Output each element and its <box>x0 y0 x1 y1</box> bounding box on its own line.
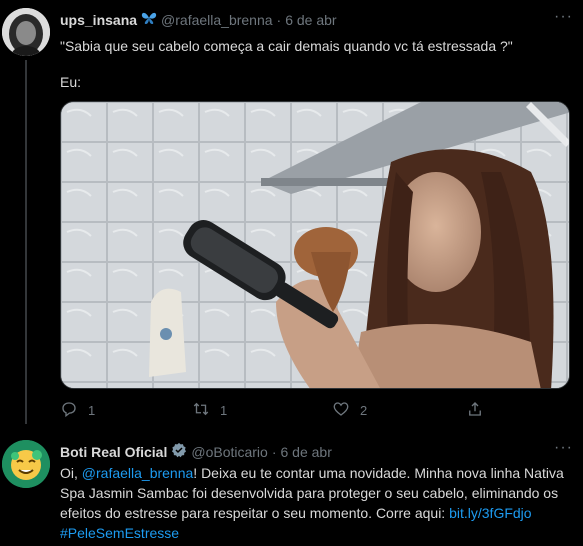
more-options-button[interactable]: ··· <box>554 8 573 26</box>
avatar-ups-insana[interactable] <box>2 8 50 56</box>
mention-link[interactable]: @rafaella_brenna <box>82 465 194 481</box>
tweet-original[interactable]: ups_insana @rafaella_brenna · 6 de abr ·… <box>0 0 583 430</box>
tweet-date[interactable]: 6 de abr <box>281 444 332 460</box>
handle[interactable]: @oBoticario <box>191 444 267 460</box>
reply-button[interactable]: 1 <box>60 400 95 421</box>
tweet-date[interactable]: 6 de abr <box>285 12 336 28</box>
text-segment: Oi, <box>60 465 82 481</box>
reply-count: 1 <box>88 403 96 418</box>
handle[interactable]: @rafaella_brenna <box>161 12 273 28</box>
avatar-boti-real-oficial[interactable] <box>2 440 50 488</box>
separator-dot: · <box>271 443 277 460</box>
separator-dot: · <box>276 11 282 28</box>
thread-connector-line <box>25 60 27 424</box>
url-link[interactable]: bit.ly/3fGFdjo <box>449 505 531 521</box>
tweet-text-line2: Eu: <box>60 74 82 90</box>
display-name[interactable]: Boti Real Oficial <box>60 444 167 460</box>
retweet-button[interactable]: 1 <box>192 400 227 421</box>
tweet-actions-bar: 1 1 2 <box>60 400 490 420</box>
share-icon <box>466 400 484 421</box>
like-count: 2 <box>360 403 368 418</box>
tweet-header-reply: Boti Real Oficial @oBoticario · 6 de abr <box>60 442 332 461</box>
tweet-header: ups_insana @rafaella_brenna · 6 de abr <box>60 11 337 28</box>
tweet-text-line1: "Sabia que seu cabelo começa a cair dema… <box>60 38 513 54</box>
butterfly-icon <box>141 11 157 28</box>
reply-tweet-text: Oi, @rafaella_brenna! Deixa eu te contar… <box>60 463 572 543</box>
hashtag-link[interactable]: #PeleSemEstresse <box>60 525 179 541</box>
more-options-button[interactable]: ··· <box>554 439 573 457</box>
heart-icon <box>332 400 350 421</box>
display-name[interactable]: ups_insana <box>60 12 137 28</box>
share-button[interactable] <box>466 400 484 421</box>
retweet-icon <box>192 400 210 421</box>
tweet-media-photo[interactable] <box>60 101 570 389</box>
like-button[interactable]: 2 <box>332 400 367 421</box>
retweet-count: 1 <box>220 403 228 418</box>
verified-badge-icon <box>171 442 187 461</box>
reply-icon <box>60 400 78 421</box>
